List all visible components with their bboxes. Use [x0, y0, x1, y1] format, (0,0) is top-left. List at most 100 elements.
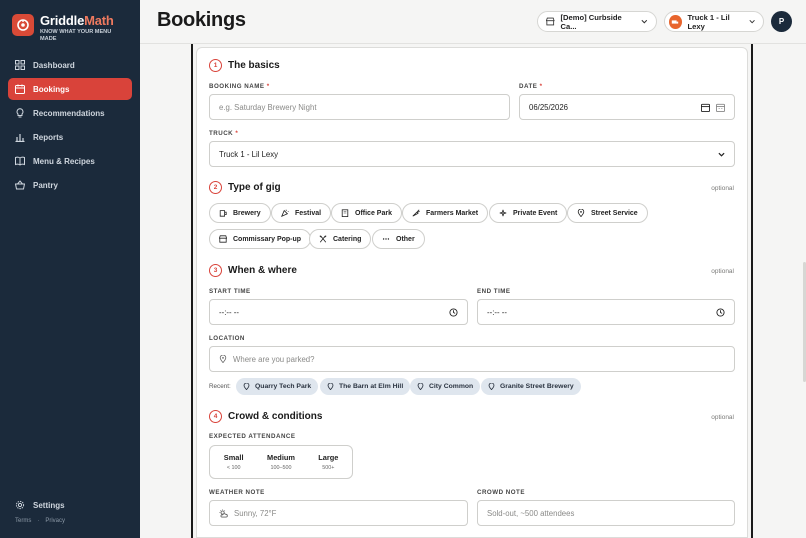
attendance-option-range: < 100	[226, 465, 241, 471]
attendance-option-large[interactable]: Large 500+	[305, 446, 352, 478]
page-title: Bookings	[157, 9, 246, 31]
section-basics-header: 1 The basics	[209, 59, 280, 72]
section-when-where-header: 3 When & where	[209, 264, 297, 277]
weather-note-input[interactable]: Sunny, 72°F	[209, 500, 468, 526]
gig-chip-label: Street Service	[591, 209, 638, 217]
gig-chip-street-service[interactable]: Street Service	[567, 203, 648, 223]
chevron-down-icon	[718, 152, 725, 157]
recent-label: Recent:	[209, 383, 231, 390]
map-pin-icon	[417, 383, 424, 390]
truck-select-value: Truck 1 - Lil Lexy	[219, 149, 279, 159]
step-badge: 3	[209, 264, 222, 277]
sidebar-item-dashboard[interactable]: Dashboard	[8, 54, 132, 76]
gig-chip-other[interactable]: Other	[372, 229, 425, 249]
topbar: Bookings [Demo] Curbside Ca... Truck 1 -…	[140, 0, 806, 44]
end-time-input[interactable]: --:-- --	[477, 299, 735, 325]
more-icon	[382, 238, 390, 240]
truck-select[interactable]: Truck 1 - Lil Lexy	[209, 141, 735, 167]
gig-chip-farmers-market[interactable]: Farmers Market	[402, 203, 489, 223]
chevron-down-icon	[641, 19, 648, 24]
sidebar-item-menu-recipes[interactable]: Menu & Recipes	[8, 150, 132, 172]
gig-chip-label: Office Park	[355, 209, 392, 217]
sidebar-item-label: Settings	[33, 500, 65, 510]
section-crowd-header: 4 Crowd & conditions	[209, 410, 322, 423]
beer-icon	[219, 210, 227, 217]
end-time-value: --:-- --	[487, 307, 507, 317]
sidebar-item-label: Dashboard	[33, 60, 75, 70]
gear-icon	[15, 500, 25, 510]
sidebar-item-label: Bookings	[33, 84, 70, 94]
attendance-option-range: 500+	[322, 465, 335, 471]
gig-chip-label: Farmers Market	[426, 209, 479, 217]
booking-form: 1 The basics BOOKING NAME * e.g. Saturda…	[196, 47, 748, 538]
recent-location-chip[interactable]: Quarry Tech Park	[236, 378, 319, 395]
brand-tagline: KNOW WHAT YOUR MENU MADE	[40, 29, 112, 42]
terms-link[interactable]: Terms	[15, 518, 31, 524]
brand[interactable]: GriddleMath KNOW WHAT YOUR MENU MADE	[12, 14, 124, 42]
recent-location-chip[interactable]: City Common	[410, 378, 481, 395]
booking-name-placeholder: e.g. Saturday Brewery Night	[219, 102, 317, 112]
section-title: The basics	[228, 60, 280, 71]
optional-tag: optional	[711, 268, 734, 275]
store-icon	[219, 235, 227, 243]
location-input[interactable]: Where are you parked?	[209, 346, 735, 372]
attendance-option-range: 100–500	[270, 465, 292, 471]
clock-icon[interactable]	[716, 307, 725, 317]
sidebar-item-label: Pantry	[33, 180, 58, 190]
gig-chip-commissary-popup[interactable]: Commissary Pop-up	[209, 229, 312, 249]
gig-chip-label: Other	[396, 235, 415, 243]
gig-chip-label: Festival	[295, 209, 322, 217]
map-pin-icon	[219, 355, 227, 363]
date-input[interactable]: 06/25/2026	[519, 94, 735, 120]
sidebar: GriddleMath KNOW WHAT YOUR MENU MADE Das…	[0, 0, 140, 538]
attendance-selector: Small < 100 Medium 100–500 Large 500+	[209, 445, 353, 479]
user-avatar[interactable]: P	[771, 11, 792, 32]
weather-note-placeholder: Sunny, 72°F	[234, 508, 277, 518]
gig-chip-private-event[interactable]: Private Event	[489, 203, 568, 223]
attendance-option-small[interactable]: Small < 100	[210, 446, 257, 478]
privacy-link[interactable]: Privacy	[45, 518, 65, 524]
optional-tag: optional	[711, 414, 734, 421]
sidebar-item-bookings[interactable]: Bookings	[8, 78, 132, 100]
calendar-icon[interactable]	[701, 103, 710, 112]
crowd-note-input[interactable]: Sold-out, ~500 attendees	[477, 500, 735, 526]
recent-location-chip[interactable]: Granite Street Brewery	[481, 378, 581, 395]
sidebar-item-settings[interactable]: Settings	[8, 494, 132, 516]
recent-location-chip[interactable]: The Barn at Elm Hill	[320, 378, 411, 395]
step-badge: 4	[209, 410, 222, 423]
sidebar-item-recommendations[interactable]: Recommendations	[8, 102, 132, 124]
crowd-note-label: CROWD NOTE	[477, 489, 525, 496]
clock-icon[interactable]	[449, 307, 458, 317]
section-title: When & where	[228, 265, 297, 276]
sidebar-item-pantry[interactable]: Pantry	[8, 174, 132, 196]
gig-chip-brewery[interactable]: Brewery	[209, 203, 271, 223]
map-pin-icon	[577, 209, 585, 217]
map-pin-icon	[243, 383, 250, 390]
gig-chip-office-park[interactable]: Office Park	[331, 203, 402, 223]
calendar-picker-icon[interactable]	[716, 103, 725, 112]
booking-name-input[interactable]: e.g. Saturday Brewery Night	[209, 94, 510, 120]
truck-avatar-icon	[669, 14, 682, 29]
truck-selector[interactable]: Truck 1 - Lil Lexy	[664, 11, 764, 32]
location-placeholder: Where are you parked?	[233, 354, 315, 364]
gig-chip-catering[interactable]: Catering	[309, 229, 372, 249]
recent-location-label: Quarry Tech Park	[255, 383, 312, 390]
calendar-icon	[15, 84, 25, 94]
carrot-icon	[412, 209, 420, 217]
bar-chart-icon	[15, 134, 25, 142]
sidebar-settings: Settings	[8, 494, 132, 518]
location-selector[interactable]: [Demo] Curbside Ca...	[537, 11, 657, 32]
recent-location-label: City Common	[429, 383, 474, 390]
start-time-input[interactable]: --:-- --	[209, 299, 468, 325]
attendance-option-medium[interactable]: Medium 100–500	[257, 446, 304, 478]
party-icon	[281, 209, 289, 217]
gig-chip-festival[interactable]: Festival	[271, 203, 332, 223]
sidebar-nav: Dashboard Bookings Recommendations Repor…	[8, 54, 132, 198]
sidebar-item-reports[interactable]: Reports	[8, 126, 132, 148]
truck-label: TRUCK *	[209, 130, 239, 137]
attendance-option-label: Medium	[267, 453, 295, 462]
gig-chip-label: Catering	[333, 235, 362, 243]
recent-location-label: Granite Street Brewery	[500, 383, 574, 390]
brand-logo-icon	[12, 14, 34, 36]
lightbulb-icon	[16, 108, 24, 118]
